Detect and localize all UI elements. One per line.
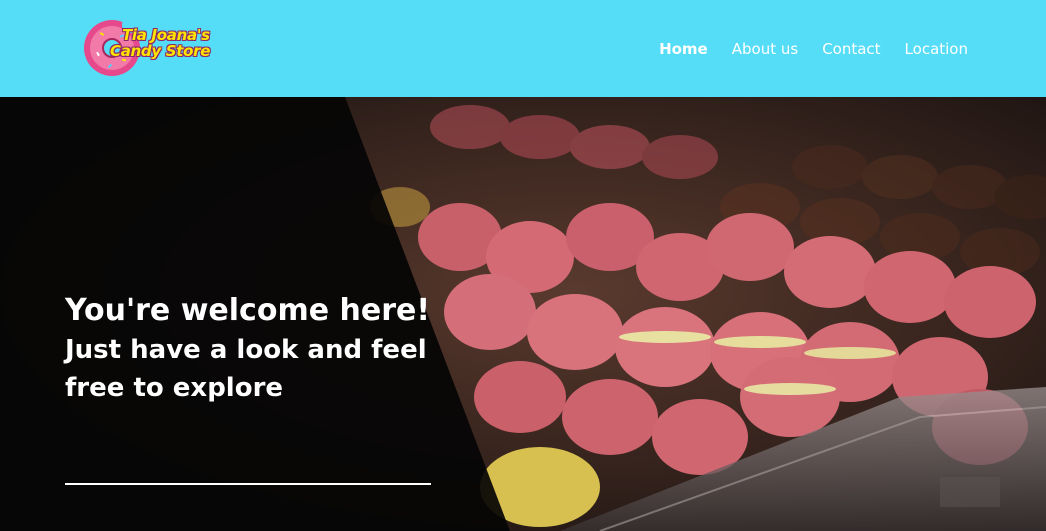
nav-contact[interactable]: Contact (822, 39, 880, 59)
hero-title: You're welcome here! (65, 293, 431, 328)
logo-line-2: Candy Store (110, 42, 211, 60)
store-logo[interactable]: Tia Joana's Candy Store (82, 13, 222, 79)
hero-headline: You're welcome here! Just have a look an… (65, 290, 445, 407)
hero-subtitle: Just have a look and feel free to explor… (65, 335, 427, 403)
site-header: Tia Joana's Candy Store Home About us Co… (0, 0, 1046, 97)
hero-divider (65, 483, 431, 485)
logo-line-1: Tia Joana's (122, 26, 210, 44)
nav-about-us[interactable]: About us (732, 39, 798, 59)
hero-section: You're welcome here! Just have a look an… (0, 97, 1046, 531)
nav-location[interactable]: Location (905, 39, 968, 59)
nav-home[interactable]: Home (659, 39, 708, 59)
main-nav: Home About us Contact Location (659, 39, 968, 59)
logo-text: Tia Joana's Candy Store (110, 27, 230, 59)
